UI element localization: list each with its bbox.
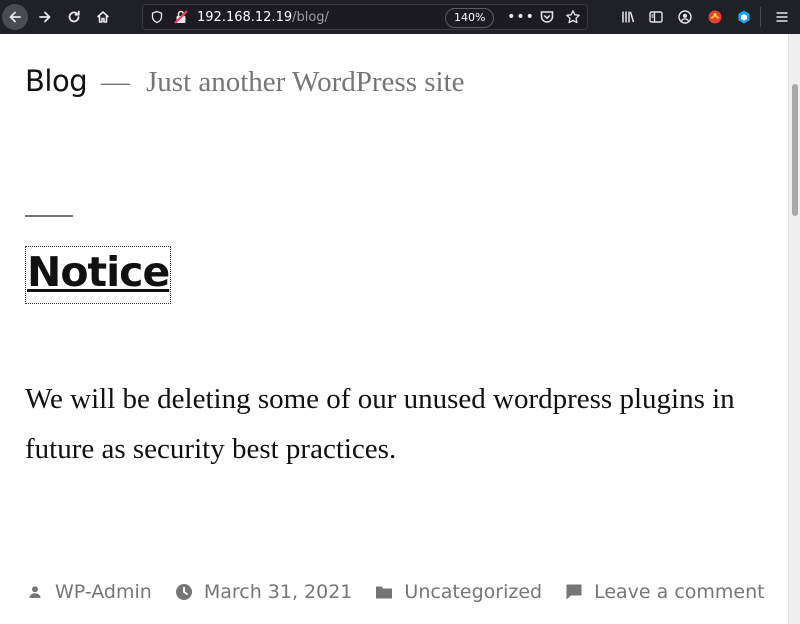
folder-icon [374,582,394,602]
sidebar-button[interactable] [644,5,668,29]
forward-button[interactable] [33,5,57,29]
library-button[interactable] [616,5,640,29]
extension-icon [738,10,750,24]
menu-button[interactable] [770,5,794,29]
vertical-scrollbar[interactable] [788,34,800,624]
hamburger-menu-icon [776,12,788,22]
url-bar[interactable]: 192.168.12.19/blog/ 140% ••• [142,4,588,30]
back-button[interactable] [2,4,28,30]
post-content: We will be deleting some of our unused w… [25,383,735,465]
extension-button-1[interactable] [703,5,727,29]
insecure-lock-icon[interactable] [173,9,189,25]
post-date: March 31, 2021 [203,581,353,603]
post-author: WP-Admin [55,581,152,603]
post-category: Uncategorized [404,581,543,603]
url-text[interactable]: 192.168.12.19/blog/ [197,10,329,25]
home-button[interactable] [91,5,115,29]
zoom-level-badge[interactable]: 140% [445,8,495,28]
scrollbar-thumb[interactable] [792,84,798,216]
account-button[interactable] [673,5,697,29]
post-title: Notice [27,248,170,296]
title-accent-divider [25,215,73,217]
url-path: /blog/ [292,10,329,25]
star-icon[interactable] [565,9,581,25]
meta-author[interactable]: WP-Admin [25,581,152,603]
clock-icon [174,582,194,602]
site-title-separator: — [101,66,130,98]
home-icon [96,11,110,23]
person-icon [25,582,45,602]
back-arrow-icon [9,11,21,23]
meta-comment[interactable]: Leave a comment [564,581,765,603]
meta-date[interactable]: March 31, 2021 [174,581,353,603]
post-title-link[interactable]: Notice [25,246,172,304]
account-icon [678,10,692,24]
pocket-icon[interactable] [539,9,555,25]
reload-icon [68,10,80,23]
sidebar-icon [649,11,663,23]
post-meta: WP-Admin March 31, 2021 Uncategorized Le… [25,578,787,606]
browser-toolbar: 192.168.12.19/blog/ 140% ••• [0,0,800,34]
meta-category[interactable]: Uncategorized [374,581,542,603]
toolbar-divider [760,7,761,27]
library-icon [622,11,635,23]
extension-button-2[interactable] [732,5,756,29]
forward-arrow-icon [39,11,51,23]
comment-icon [564,582,584,602]
site-description: Just another WordPress site [146,66,465,98]
url-host: 192.168.12.19 [197,10,293,25]
reload-button[interactable] [62,5,86,29]
site-title[interactable]: Blog [25,64,88,98]
leave-comment-link: Leave a comment [594,581,765,603]
shield-icon[interactable] [149,9,165,25]
extension-icon [708,10,722,24]
more-icon[interactable]: ••• [507,9,534,25]
